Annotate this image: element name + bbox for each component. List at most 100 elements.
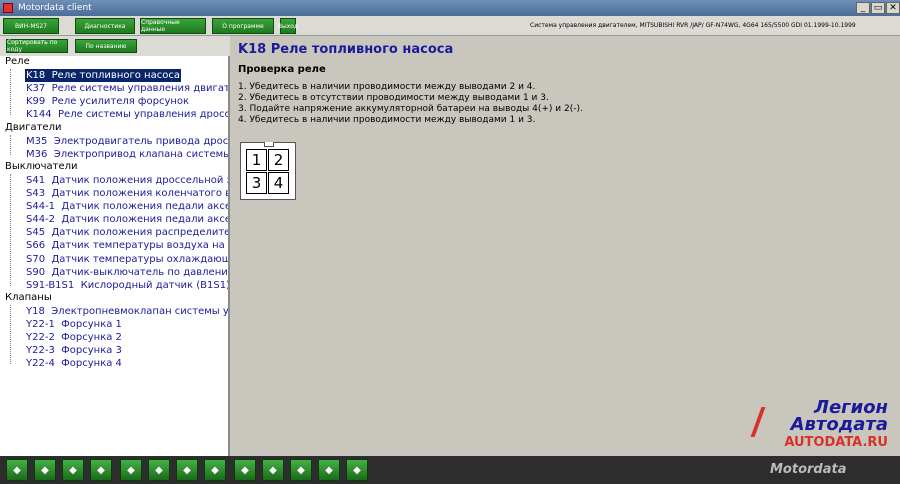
tree-item[interactable]: S90 Датчик-выключатель по давлению в [25, 266, 228, 279]
tree-item-name: Датчик положения педали акселератора [61, 201, 228, 213]
tree-connector-line [10, 69, 11, 116]
car-icon[interactable]: ◆ [262, 459, 284, 481]
toolbar: ВИН-MS27 Диагностика Справочные данные О… [0, 16, 900, 36]
tree-item-name: Датчик положения педали акселератора [61, 214, 228, 226]
data-icon[interactable]: ◆ [176, 459, 198, 481]
globe-icon[interactable]: ◆ [34, 459, 56, 481]
tree-group[interactable]: Двигатели [5, 122, 61, 133]
tree-group[interactable]: Клапаны [5, 292, 52, 303]
chart-icon[interactable]: ◆ [148, 459, 170, 481]
tree-connector-line [10, 134, 11, 155]
tree-group[interactable]: Выключатели [5, 161, 78, 172]
tree-item-code: S43 [26, 188, 46, 199]
tree-item[interactable]: S44-2 Датчик положения педали акселерато… [25, 213, 228, 226]
window-title: Motordata client [18, 3, 92, 13]
tree-item[interactable]: S44-1 Датчик положения педали акселерато… [25, 200, 228, 213]
tree-item-name: Электропривод клапана системы EGR [53, 148, 228, 160]
tree-item-name: Реле системы управления двигателем [51, 83, 228, 95]
tree-item-name: Датчик положения распределительного [51, 227, 228, 239]
exit-tab[interactable]: Выход [278, 18, 298, 34]
tree-item[interactable]: Y22-3 Форсунка 3 [25, 344, 123, 357]
sort-bar: Сортировать по коду По названию [0, 36, 230, 56]
tree-item-code: Y22-4 [26, 358, 55, 370]
tree-item[interactable]: Y22-2 Форсунка 2 [25, 331, 123, 344]
tree-item-code: S44-2 [26, 214, 56, 226]
tree-item-code: S41 [26, 174, 46, 186]
tree-item-name: Реле топливного насоса [51, 70, 180, 82]
tree-item-code: K144 [26, 109, 52, 121]
tree-item[interactable]: K37 Реле системы управления двигателем [25, 82, 228, 95]
close-button[interactable]: ✕ [886, 2, 900, 14]
tree-item-code: K99 [26, 96, 46, 108]
tree-item-code: K18 [26, 70, 46, 82]
diagnostics-tab[interactable]: Диагностика [75, 18, 135, 34]
section-subtitle: Проверка реле [238, 64, 326, 75]
tree-item-code: S66 [26, 240, 46, 252]
app-icon [3, 3, 13, 13]
tree-item-code: Y22-3 [26, 345, 55, 357]
bottom-toolbar: Motordata ◆ ◆ ◆ ◆ ◆ ◆ ◆ ◆ ◆ ◆ ◆ ◆ ◆ [0, 456, 900, 484]
tree-item-code: Y18 [26, 305, 45, 317]
tree-item-code: S70 [26, 253, 46, 265]
tree-item[interactable]: S43 Датчик положения коленчатого вала [25, 187, 228, 200]
minimize-button[interactable]: _ [856, 2, 870, 14]
connector-pin: 3 [246, 172, 267, 194]
tree-item-code: S91-B1S1 [26, 279, 75, 291]
tree-item[interactable]: S41 Датчик положения дроссельной заслонк… [25, 174, 228, 187]
vehicle-info: Система управления двигателем, MITSUBISH… [530, 22, 856, 29]
sb-icon[interactable]: ◆ [234, 459, 256, 481]
tree-item-code: M36 [26, 148, 48, 160]
tree-item[interactable]: K18 Реле топливного насоса [25, 69, 181, 83]
tree-item-code: S44-1 [26, 201, 56, 213]
tree-item-name: Форсунка 2 [61, 332, 122, 344]
connector-pin: 1 [246, 149, 267, 171]
tree-item-name: Датчик температуры воздуха на впуске [51, 240, 228, 252]
connector-notch [264, 142, 274, 147]
tree-item[interactable]: S66 Датчик температуры воздуха на впуске [25, 239, 228, 252]
tree-item-name: Форсунка 1 [61, 319, 122, 330]
tree-item-code: K37 [26, 83, 46, 95]
reference-data-tab[interactable]: Справочные данные [140, 18, 206, 34]
vin-tab[interactable]: ВИН-MS27 [3, 18, 59, 34]
tree-item[interactable]: K99 Реле усилителя форсунок [25, 95, 190, 108]
tree-item[interactable]: M35 Электродвигатель привода дроссельной [25, 135, 228, 148]
tree-item-name: Датчик-выключатель по давлению в [51, 266, 228, 278]
tree-item-name: Реле системы управления дроссельной [58, 109, 228, 121]
connector-pin: 2 [268, 149, 289, 171]
tree-item-name: Датчик положения дроссельной заслонки [51, 174, 228, 186]
tree-item[interactable]: S45 Датчик положения распределительного [25, 226, 228, 239]
tree-item[interactable]: Y18 Электропневмоклапан системы улавлива… [25, 305, 228, 318]
tree-item[interactable]: M36 Электропривод клапана системы EGR [25, 148, 228, 161]
legion-autodata-logo: Легион Автодата AUTODATA.RU [748, 397, 888, 450]
tools-icon[interactable]: ◆ [204, 459, 226, 481]
tree-item[interactable]: Y22-1 Форсунка 1 [25, 318, 123, 331]
tree-item[interactable]: S91-B1S1 Кислородный датчик (B1S1) [25, 279, 228, 292]
instruction-list: 1. Убедитесь в наличии проводимости межд… [238, 82, 583, 126]
sort-by-code-button[interactable]: Сортировать по коду [6, 39, 68, 53]
engine-icon[interactable]: ◆ [120, 459, 142, 481]
instruction-step: 1. Убедитесь в наличии проводимости межд… [238, 82, 536, 92]
tree-item-code: S45 [26, 227, 46, 239]
grid-icon[interactable]: ◆ [318, 459, 340, 481]
tree-connector-line [10, 173, 11, 286]
steering-icon[interactable]: ◆ [62, 459, 84, 481]
sort-by-name-button[interactable]: По названию [75, 39, 137, 53]
motordata-brand: Motordata [770, 462, 847, 477]
graph-icon[interactable]: ◆ [346, 459, 368, 481]
tree-item-name: Датчик положения коленчатого вала [51, 188, 228, 199]
wheel-icon[interactable]: ◆ [90, 459, 112, 481]
tree-item[interactable]: Y22-4 Форсунка 4 [25, 357, 123, 370]
tree-group[interactable]: Реле [5, 56, 30, 67]
about-tab[interactable]: О программе [212, 18, 274, 34]
maximize-button[interactable]: ▭ [871, 2, 885, 14]
tree-connector-line [10, 304, 11, 365]
doc-icon[interactable]: ◆ [290, 459, 312, 481]
tree-item-code: Y22-1 [26, 319, 55, 330]
instruction-step: 4. Убедитесь в наличии проводимости межд… [238, 115, 536, 125]
home-icon[interactable]: ◆ [6, 459, 28, 481]
tree-item[interactable]: K144 Реле системы управления дроссельной [25, 108, 228, 121]
tree-item-name: Реле усилителя форсунок [51, 96, 190, 108]
component-tree[interactable]: Реле K18 Реле топливного насоса K37 Реле с… [0, 56, 228, 456]
tree-item[interactable]: S70 Датчик температуры охлаждающей жидко… [25, 253, 228, 266]
instruction-step: 2. Убедитесь в отсутствии проводимости м… [238, 93, 549, 103]
